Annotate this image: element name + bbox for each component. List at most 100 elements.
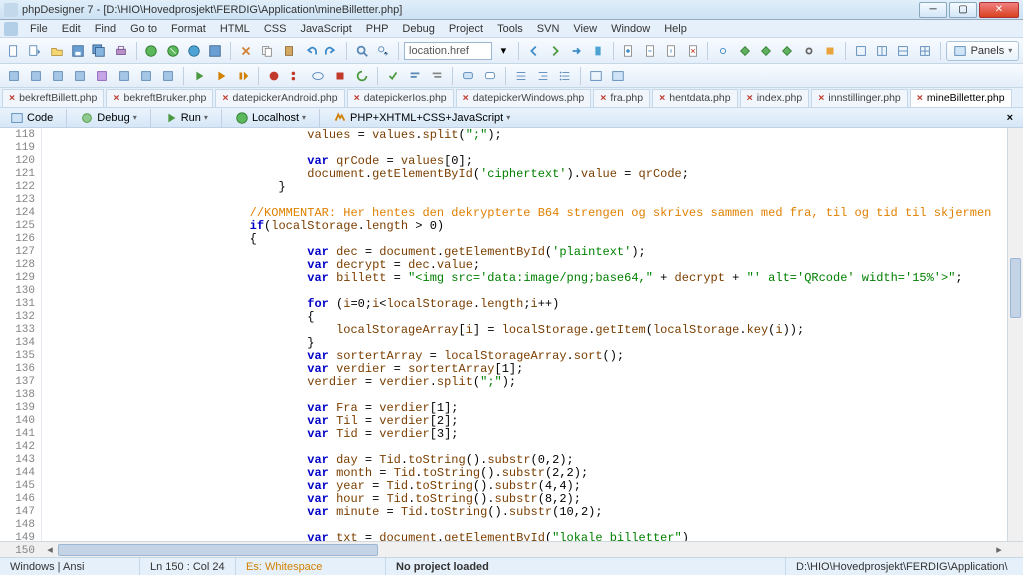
menu-goto[interactable]: Go to xyxy=(124,22,163,36)
menu-svn[interactable]: SVN xyxy=(531,22,566,36)
debug-step-button[interactable] xyxy=(233,66,253,86)
close-icon[interactable]: × xyxy=(600,92,606,104)
validate-button[interactable] xyxy=(383,66,403,86)
menu-window[interactable]: Window xyxy=(605,22,656,36)
format-code-button[interactable] xyxy=(427,66,447,86)
menu-edit[interactable]: Edit xyxy=(56,22,87,36)
restart-button[interactable] xyxy=(352,66,372,86)
tab-fra[interactable]: ×fra.php xyxy=(593,89,650,107)
find-next-button[interactable] xyxy=(374,41,393,61)
close-icon[interactable]: × xyxy=(463,92,469,104)
app-menu-icon[interactable] xyxy=(4,22,18,36)
watch-button[interactable] xyxy=(308,66,328,86)
paint-button[interactable] xyxy=(821,41,840,61)
tab-index[interactable]: ×index.php xyxy=(740,89,810,107)
code-area[interactable]: values = values.split(";"); var qrCode =… xyxy=(42,128,1007,541)
close-icon[interactable]: × xyxy=(659,92,665,104)
save-all-button[interactable] xyxy=(90,41,109,61)
uncomment-button[interactable] xyxy=(480,66,500,86)
globe-button[interactable] xyxy=(142,41,161,61)
php-action-2[interactable] xyxy=(26,66,46,86)
css-button[interactable] xyxy=(756,41,775,61)
menu-view[interactable]: View xyxy=(567,22,603,36)
menu-project[interactable]: Project xyxy=(443,22,489,36)
new-file-button[interactable] xyxy=(4,41,23,61)
menu-javascript[interactable]: JavaScript xyxy=(294,22,357,36)
maximize-button[interactable]: ▢ xyxy=(949,2,977,18)
menu-php[interactable]: PHP xyxy=(360,22,395,36)
save-button[interactable] xyxy=(68,41,87,61)
run-view-button[interactable]: Run▾ xyxy=(158,109,214,127)
debug-view-button[interactable]: Debug▾ xyxy=(74,109,142,127)
horizontal-scrollbar[interactable]: ◂ ▸ xyxy=(0,541,1023,557)
bookmark-next-button[interactable] xyxy=(662,41,681,61)
indent-button[interactable] xyxy=(511,66,531,86)
close-icon[interactable]: × xyxy=(222,92,228,104)
stop-button[interactable] xyxy=(330,66,350,86)
tab-bekreftbillett[interactable]: ×bekreftBillett.php xyxy=(2,89,104,107)
php-action-3[interactable] xyxy=(48,66,68,86)
layout-3-button[interactable] xyxy=(894,41,913,61)
php-action-6[interactable] xyxy=(114,66,134,86)
menu-help[interactable]: Help xyxy=(658,22,693,36)
nav-in-button[interactable] xyxy=(567,41,586,61)
minimize-button[interactable]: ─ xyxy=(919,2,947,18)
undo-button[interactable] xyxy=(300,41,319,61)
new-dropdown[interactable] xyxy=(25,41,44,61)
localhost-button[interactable]: Localhost▾ xyxy=(229,109,312,127)
php-action-8[interactable] xyxy=(158,66,178,86)
js-button[interactable] xyxy=(778,41,797,61)
redo-button[interactable] xyxy=(322,41,341,61)
nav-bookmark-button[interactable] xyxy=(588,41,607,61)
layout-2-button[interactable] xyxy=(872,41,891,61)
tab-datepickerwindows[interactable]: ×datepickerWindows.php xyxy=(456,89,592,107)
nav-go-button[interactable] xyxy=(546,41,565,61)
scrollbar-thumb[interactable] xyxy=(1010,258,1021,318)
layout-1-button[interactable] xyxy=(851,41,870,61)
run-play-button[interactable] xyxy=(189,66,209,86)
url-input[interactable]: location.href xyxy=(404,42,492,60)
php-action-7[interactable] xyxy=(136,66,156,86)
menu-file[interactable]: File xyxy=(24,22,54,36)
outdent-button[interactable] xyxy=(533,66,553,86)
comment-button[interactable] xyxy=(458,66,478,86)
link-button[interactable] xyxy=(713,41,732,61)
print-button[interactable] xyxy=(111,41,130,61)
php-action-1[interactable] xyxy=(4,66,24,86)
save-web-button[interactable] xyxy=(206,41,225,61)
open-button[interactable] xyxy=(47,41,66,61)
debug-play-button[interactable] xyxy=(211,66,231,86)
close-icon[interactable]: × xyxy=(9,92,15,104)
menu-format[interactable]: Format xyxy=(165,22,212,36)
copy-button[interactable] xyxy=(258,41,277,61)
close-icon[interactable]: × xyxy=(818,92,824,104)
scrollbar-thumb[interactable] xyxy=(58,544,378,556)
syntax-mode-button[interactable]: PHP+XHTML+CSS+JavaScript▾ xyxy=(327,109,516,127)
url-dropdown[interactable]: ▾ xyxy=(494,41,513,61)
bookmark-prev-button[interactable] xyxy=(640,41,659,61)
globe-alt-button[interactable] xyxy=(184,41,203,61)
bookmark-clear-button[interactable] xyxy=(683,41,702,61)
cut-button[interactable] xyxy=(236,41,255,61)
paste-button[interactable] xyxy=(279,41,298,61)
tag-button[interactable] xyxy=(735,41,754,61)
php-action-5[interactable] xyxy=(92,66,112,86)
close-button[interactable]: ✕ xyxy=(979,2,1019,18)
nav-back-button[interactable] xyxy=(524,41,543,61)
panels-button[interactable]: Panels ▾ xyxy=(946,41,1020,61)
tidy-button[interactable] xyxy=(405,66,425,86)
find-button[interactable] xyxy=(352,41,371,61)
close-icon[interactable]: × xyxy=(354,92,360,104)
menu-tools[interactable]: Tools xyxy=(491,22,529,36)
wrap-button[interactable] xyxy=(586,66,606,86)
tab-hentdata[interactable]: ×hentdata.php xyxy=(652,89,737,107)
tab-minebilletter[interactable]: ×mineBilletter.php xyxy=(910,89,1012,107)
menu-html[interactable]: HTML xyxy=(214,22,256,36)
tab-innstillinger[interactable]: ×innstillinger.php xyxy=(811,89,908,107)
breakpoint-list-button[interactable] xyxy=(286,66,306,86)
menu-find[interactable]: Find xyxy=(89,22,122,36)
layout-4-button[interactable] xyxy=(915,41,934,61)
close-icon[interactable]: × xyxy=(113,92,119,104)
fullscreen-button[interactable] xyxy=(608,66,628,86)
close-panel-button[interactable]: × xyxy=(1001,112,1019,124)
